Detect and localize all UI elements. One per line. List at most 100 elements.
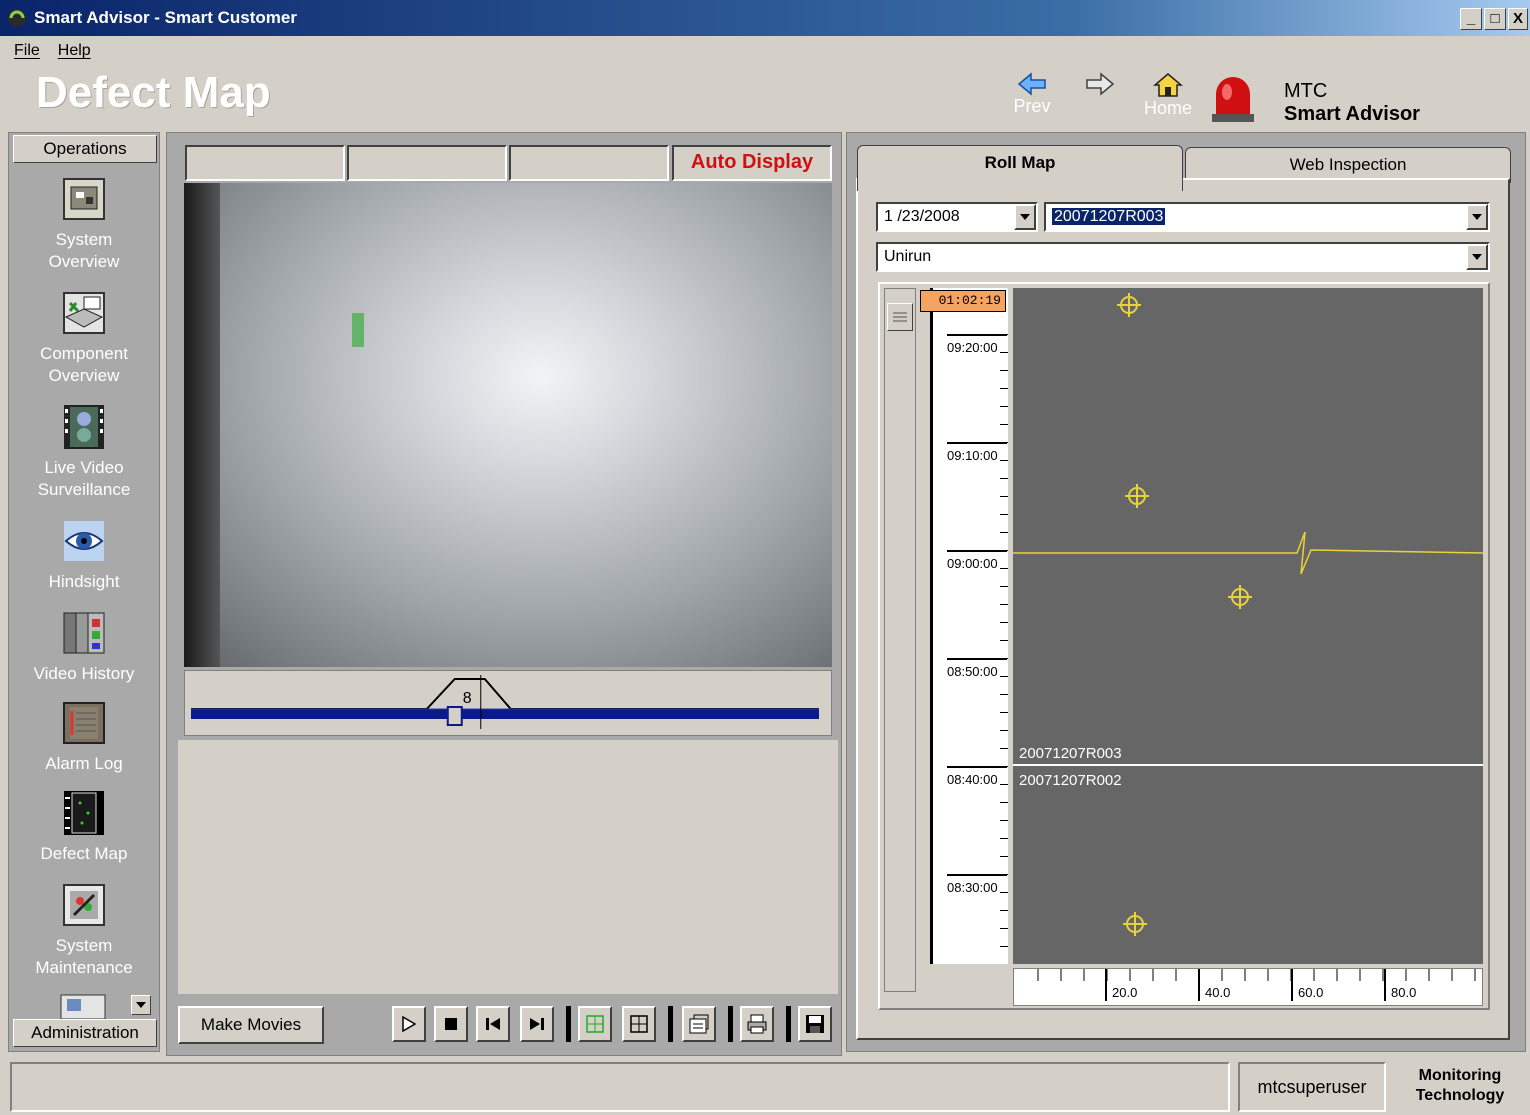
company-line2: Technology xyxy=(1415,1087,1505,1104)
toolbar-separator xyxy=(728,1006,733,1042)
date-select[interactable]: 1 /23/2008 xyxy=(876,202,1038,232)
save-button[interactable] xyxy=(798,1006,832,1042)
play-icon xyxy=(402,1016,416,1032)
time-label: 09:00:00 xyxy=(947,550,1007,571)
time-axis-tick xyxy=(1000,784,1008,785)
minimize-button[interactable]: _ xyxy=(1460,8,1482,30)
time-axis-tick xyxy=(1000,946,1008,947)
defect-map-icon xyxy=(64,791,104,835)
grid-icon xyxy=(630,1015,648,1033)
time-axis-tick xyxy=(1000,370,1008,371)
roll-id-dropdown-button[interactable] xyxy=(1466,204,1488,230)
x-tick-label: 80.0 xyxy=(1391,985,1416,1000)
app-icon xyxy=(8,9,26,27)
sidebar-item-system-maintenance[interactable]: System Maintenance xyxy=(9,881,159,979)
defect-map-canvas[interactable]: 20071207R003 20071207R002 xyxy=(1013,288,1483,964)
roll-label-lower: 20071207R002 xyxy=(1019,772,1122,789)
sidebar-label: Video History xyxy=(33,664,135,683)
time-axis-tick xyxy=(1000,604,1008,605)
grid-toggle-button[interactable] xyxy=(578,1006,612,1042)
skip-back-button[interactable] xyxy=(476,1006,510,1042)
sidebar-item-defect-map[interactable]: Defect Map xyxy=(9,789,159,865)
menu-bar: File Help xyxy=(0,38,1530,64)
skip-forward-button[interactable] xyxy=(520,1006,554,1042)
video-edge-shadow xyxy=(184,183,220,667)
video-lower-area xyxy=(178,740,838,994)
map-scrollbar[interactable] xyxy=(884,288,916,992)
time-axis-tick xyxy=(1000,586,1008,587)
time-label: 08:50:00 xyxy=(947,658,1007,679)
slider-thumb[interactable] xyxy=(446,706,463,726)
time-axis-tick xyxy=(1000,496,1008,497)
roll-id-select[interactable]: 20071207R003 xyxy=(1044,202,1490,232)
time-axis-tick xyxy=(1000,748,1008,749)
time-axis-tick xyxy=(1000,640,1008,641)
sidebar-scroll-down-button[interactable] xyxy=(131,995,151,1015)
sidebar-item-live-video[interactable]: Live Video Surveillance xyxy=(9,403,159,501)
sidebar-item-video-history[interactable]: Video History xyxy=(9,609,159,685)
status-user: mtcsuperuser xyxy=(1238,1062,1386,1112)
menu-help[interactable]: Help xyxy=(58,42,91,60)
operations-header[interactable]: Operations xyxy=(13,135,157,163)
sidebar-item-hindsight[interactable]: Hindsight xyxy=(9,517,159,593)
time-axis-tick xyxy=(1000,928,1008,929)
make-movies-button[interactable]: Make Movies xyxy=(178,1006,324,1044)
x-tick-label: 20.0 xyxy=(1112,985,1137,1000)
component-overview-icon xyxy=(63,292,105,334)
properties-icon xyxy=(689,1014,709,1034)
time-axis-tick xyxy=(1000,532,1008,533)
product-select[interactable]: Unirun xyxy=(876,242,1490,272)
sidebar-item-component-overview[interactable]: Component Overview xyxy=(9,289,159,387)
menu-file[interactable]: File xyxy=(14,42,40,60)
properties-button[interactable] xyxy=(682,1006,716,1042)
prev-button[interactable]: Prev xyxy=(1002,72,1062,124)
stop-button[interactable] xyxy=(434,1006,468,1042)
video-info-cell xyxy=(185,145,345,181)
system-overview-icon xyxy=(63,178,105,220)
play-button[interactable] xyxy=(392,1006,426,1042)
time-axis-tick xyxy=(1000,892,1008,893)
sidebar-label: Surveillance xyxy=(37,480,131,499)
video-timeline-slider[interactable]: 8 xyxy=(185,671,831,735)
auto-display-button[interactable]: Auto Display xyxy=(672,145,832,181)
administration-icon xyxy=(60,994,106,1019)
administration-header[interactable]: Administration xyxy=(13,1019,157,1047)
scroll-thumb[interactable] xyxy=(887,303,913,331)
time-axis-tick xyxy=(1000,550,1008,551)
skip-forward-icon xyxy=(530,1018,544,1030)
sidebar-item-alarm-log[interactable]: Alarm Log xyxy=(9,699,159,775)
chevron-down-icon xyxy=(136,1002,146,1008)
cross-direction-axis: 20.0 40.0 60.0 80.0 xyxy=(1013,968,1483,1006)
tab-roll-map[interactable]: Roll Map xyxy=(857,145,1183,191)
slider-value: 8 xyxy=(463,690,472,707)
date-dropdown-button[interactable] xyxy=(1014,204,1036,230)
date-value: 1 /23/2008 xyxy=(884,208,960,225)
next-button[interactable] xyxy=(1070,72,1130,124)
sidebar-label: Live Video xyxy=(44,458,124,477)
grid-button[interactable] xyxy=(622,1006,656,1042)
sidebar-label: Overview xyxy=(48,252,120,271)
close-button[interactable]: X xyxy=(1508,8,1528,30)
sidebar-item-system-overview[interactable]: System Overview xyxy=(9,175,159,273)
home-button[interactable]: Home xyxy=(1138,72,1198,124)
product-value: Unirun xyxy=(884,248,932,265)
toolbar-separator xyxy=(786,1006,791,1042)
print-button[interactable] xyxy=(740,1006,774,1042)
time-axis-tick xyxy=(1000,658,1008,659)
maximize-button[interactable]: □ xyxy=(1484,8,1506,30)
video-info-cell xyxy=(509,145,669,181)
roll-id-value: 20071207R003 xyxy=(1052,208,1166,225)
toolbar-separator xyxy=(566,1006,571,1042)
x-tick-label: 40.0 xyxy=(1205,985,1230,1000)
time-axis-tick xyxy=(1000,406,1008,407)
time-axis-tick xyxy=(1000,712,1008,713)
toolbar-separator xyxy=(668,1006,673,1042)
time-label: 09:10:00 xyxy=(947,442,1007,463)
time-axis-tick xyxy=(1000,442,1008,443)
chevron-down-icon xyxy=(1472,254,1482,260)
alarm-siren-icon[interactable] xyxy=(1208,70,1258,124)
time-axis-tick xyxy=(1000,838,1008,839)
time-label: 08:30:00 xyxy=(947,874,1007,895)
defect-highlight xyxy=(352,313,364,347)
product-dropdown-button[interactable] xyxy=(1466,244,1488,270)
